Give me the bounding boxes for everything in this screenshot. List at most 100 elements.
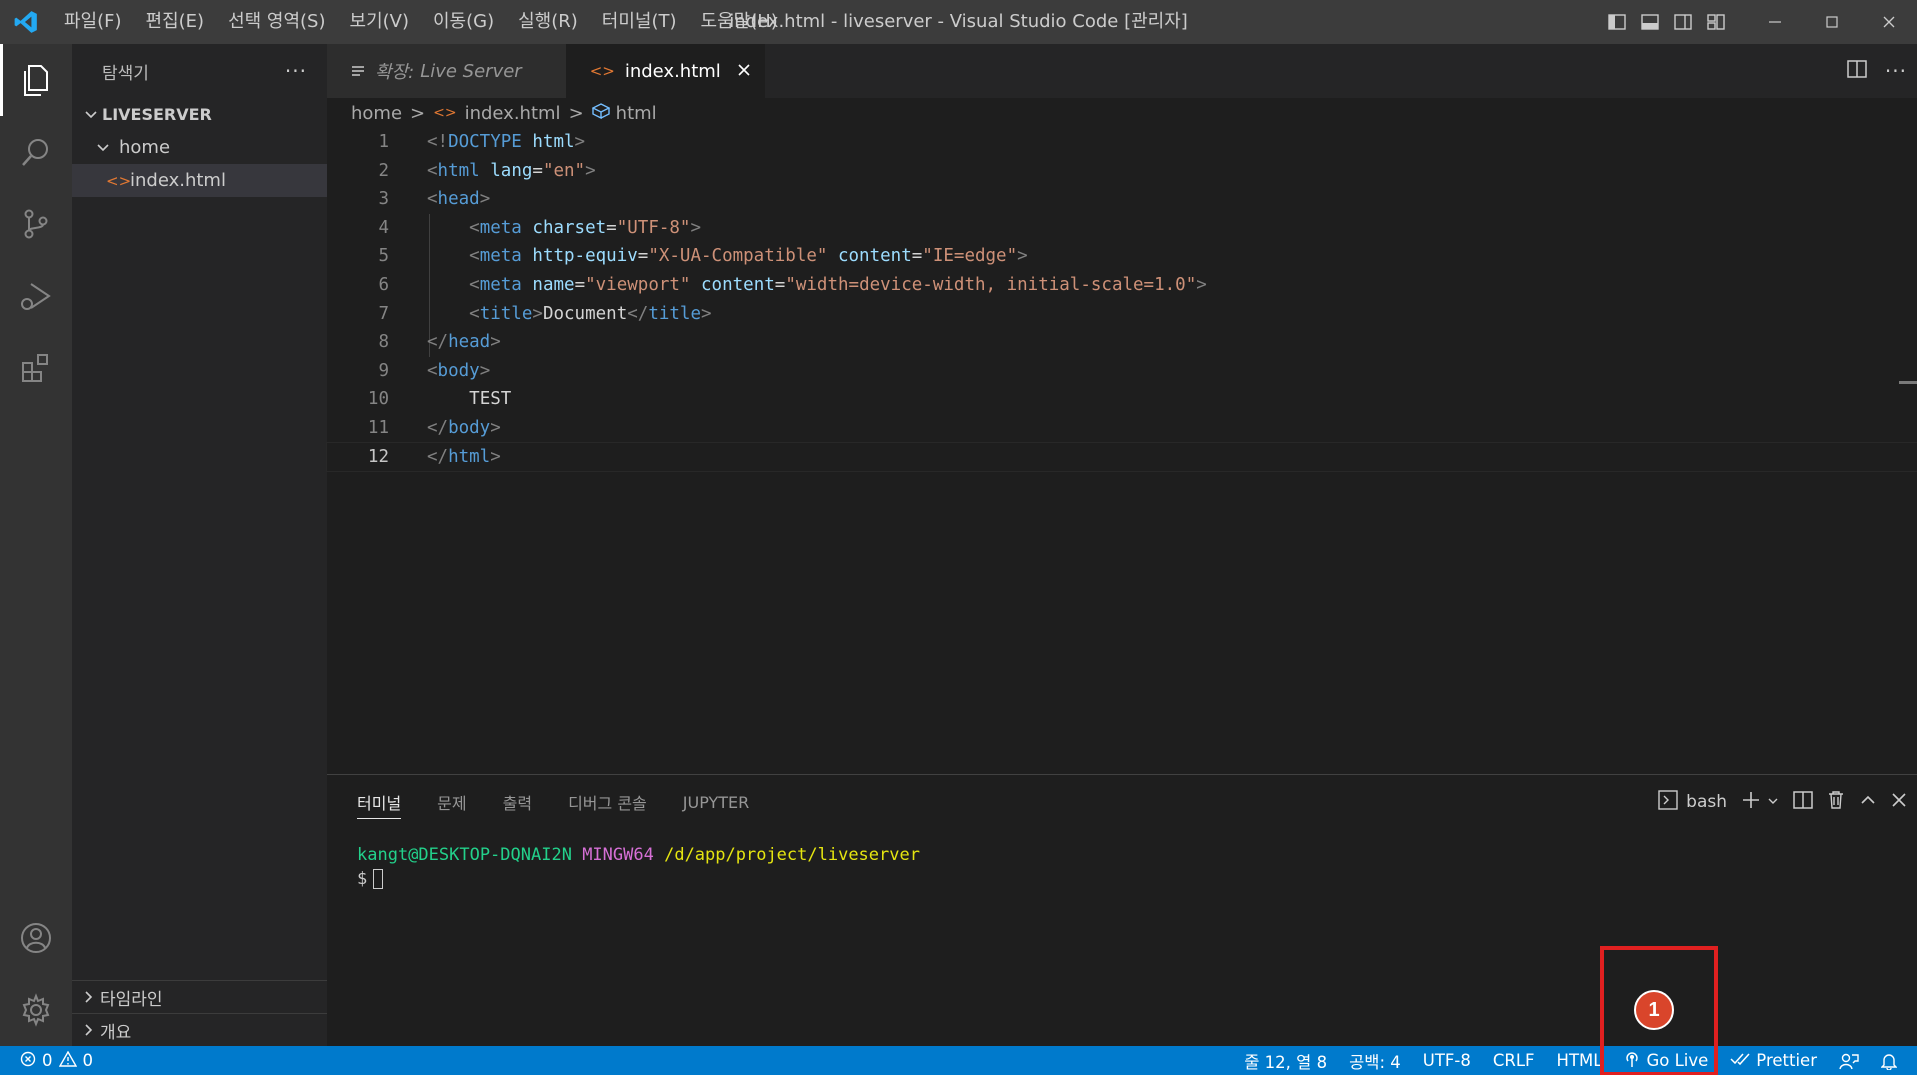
file-label: index.html: [130, 170, 226, 191]
outline-section[interactable]: 개요: [72, 1013, 327, 1046]
editor-tabs: 확장: Live Server <> index.html ···: [327, 44, 1917, 98]
warning-icon: [58, 1050, 77, 1071]
breadcrumb-file[interactable]: index.html: [465, 103, 561, 124]
explorer-icon[interactable]: [0, 44, 72, 116]
explorer-sidebar: 탐색기 ··· LIVESERVER home <> index.html 타임…: [72, 44, 327, 1046]
html-file-icon: <>: [589, 62, 615, 80]
notifications-bell-icon[interactable]: [1870, 1046, 1917, 1075]
code-line: 2 <html lang="en">: [327, 157, 1917, 186]
line-number: 8: [378, 332, 389, 353]
code-line: 7 <title>Document</title>: [327, 300, 1917, 329]
more-actions-icon[interactable]: ···: [285, 59, 307, 83]
close-panel-icon[interactable]: [1891, 792, 1907, 813]
terminal-cursor: [373, 869, 384, 889]
folder-home[interactable]: home: [72, 131, 327, 164]
tab-debug-console[interactable]: 디버그 콘솔: [568, 775, 647, 829]
line-number: 12: [367, 446, 389, 467]
chevron-right-icon: >: [568, 102, 584, 124]
code-line: 5 <meta http-equiv="X-UA-Compatible" con…: [327, 242, 1917, 271]
menu-file[interactable]: 파일(F): [52, 0, 134, 44]
folder-liveserver[interactable]: LIVESERVER: [72, 98, 327, 131]
new-terminal-icon[interactable]: [1741, 790, 1761, 815]
breadcrumb: home > <> index.html > html: [327, 98, 1917, 128]
maximize-panel-icon[interactable]: [1859, 791, 1877, 814]
terminal-user: kangt@DESKTOP-DQNAI2N: [357, 845, 572, 865]
tab-terminal[interactable]: 터미널: [357, 775, 402, 829]
menu-terminal[interactable]: 터미널(T): [590, 0, 689, 44]
tab-prefix: 확장:: [375, 62, 415, 83]
subfolder-label: home: [119, 137, 171, 158]
outline-label: 개요: [100, 1022, 132, 1043]
vscode-logo-icon: [0, 0, 52, 44]
prettier-button[interactable]: Prettier: [1719, 1046, 1828, 1075]
shell-label[interactable]: bash: [1686, 792, 1727, 812]
line-number: 3: [378, 189, 389, 210]
code-line: 11 </body>: [327, 414, 1917, 443]
menu-view[interactable]: 보기(V): [338, 0, 421, 44]
menu-edit[interactable]: 편집(E): [134, 0, 217, 44]
customize-layout-icon[interactable]: [1699, 0, 1732, 44]
extensions-icon[interactable]: [0, 332, 72, 404]
source-control-icon[interactable]: [0, 188, 72, 260]
tab-label: index.html: [624, 60, 721, 82]
breadcrumb-symbol[interactable]: html: [616, 103, 657, 124]
split-terminal-icon[interactable]: [1793, 790, 1813, 814]
html-file-icon: <>: [106, 171, 132, 190]
code-line: 1 <!DOCTYPE html>: [327, 128, 1917, 157]
editor-area: 확장: Live Server <> index.html ··· home >…: [326, 44, 1917, 774]
tab-output[interactable]: 출력: [503, 775, 532, 829]
run-debug-icon[interactable]: [0, 260, 72, 332]
split-editor-icon[interactable]: [1847, 60, 1867, 82]
timeline-section[interactable]: 타임라인: [72, 980, 327, 1013]
toggle-secondary-sidebar-icon[interactable]: [1666, 0, 1699, 44]
menu-run[interactable]: 실행(R): [506, 0, 590, 44]
breadcrumb-folder[interactable]: home: [351, 103, 402, 124]
code-line: 6 <meta name="viewport" content="width=d…: [327, 271, 1917, 300]
menu-go[interactable]: 이동(G): [421, 0, 506, 44]
terminal-output[interactable]: kangt@DESKTOP-DQNAI2N MINGW64 /d/app/pro…: [327, 829, 1917, 891]
menu-help[interactable]: 도움말(H): [689, 0, 790, 44]
line-number: 11: [367, 417, 389, 438]
toggle-panel-icon[interactable]: [1633, 0, 1666, 44]
tab-index-html[interactable]: <> index.html: [565, 44, 765, 98]
html-file-icon: <>: [433, 105, 457, 121]
feedback-icon[interactable]: [1828, 1046, 1870, 1075]
end-of-line[interactable]: CRLF: [1482, 1046, 1546, 1075]
line-number: 5: [378, 246, 389, 267]
overview-ruler-marker: [1899, 381, 1917, 384]
timeline-label: 타임라인: [100, 989, 163, 1010]
line-number: 1: [378, 132, 389, 152]
menu-selection[interactable]: 선택 영역(S): [216, 0, 337, 44]
chevron-down-icon[interactable]: [1767, 792, 1779, 812]
chevron-right-icon: [78, 990, 100, 1004]
close-window-icon[interactable]: [1860, 0, 1917, 44]
indentation[interactable]: 공백: 4: [1338, 1046, 1412, 1075]
search-icon[interactable]: [0, 116, 72, 188]
problems-indicator[interactable]: 0 0: [0, 1050, 94, 1071]
error-icon: [20, 1051, 36, 1071]
close-tab-icon[interactable]: [737, 61, 751, 82]
file-index-html[interactable]: <> index.html: [72, 164, 327, 197]
warning-count: 0: [82, 1051, 94, 1070]
maximize-icon[interactable]: [1803, 0, 1860, 44]
settings-gear-icon[interactable]: [0, 974, 72, 1046]
tab-jupyter[interactable]: JUPYTER: [683, 775, 750, 829]
extension-doc-icon: [351, 61, 365, 82]
code-editor[interactable]: 1 <!DOCTYPE html> 2 <html lang="en"> 3 <…: [326, 128, 1917, 473]
accounts-icon[interactable]: [0, 902, 72, 974]
encoding[interactable]: UTF-8: [1412, 1046, 1482, 1075]
more-actions-icon[interactable]: ···: [1885, 59, 1907, 83]
cursor-position[interactable]: 줄 12, 열 8: [1233, 1046, 1338, 1075]
activity-bar: [0, 44, 72, 1046]
line-number: 9: [378, 360, 389, 381]
toggle-sidebar-icon[interactable]: [1600, 0, 1633, 44]
tab-label: Live Server: [420, 60, 522, 82]
trash-icon[interactable]: [1827, 790, 1845, 815]
symbol-cube-icon: [591, 102, 611, 124]
minimize-icon[interactable]: [1746, 0, 1803, 44]
chevron-down-icon: [92, 141, 114, 155]
tab-problems[interactable]: 문제: [437, 775, 466, 829]
annotation-step-badge: 1: [1634, 990, 1674, 1030]
chevron-right-icon: [78, 1023, 100, 1037]
tab-live-server[interactable]: 확장: Live Server: [327, 44, 566, 98]
